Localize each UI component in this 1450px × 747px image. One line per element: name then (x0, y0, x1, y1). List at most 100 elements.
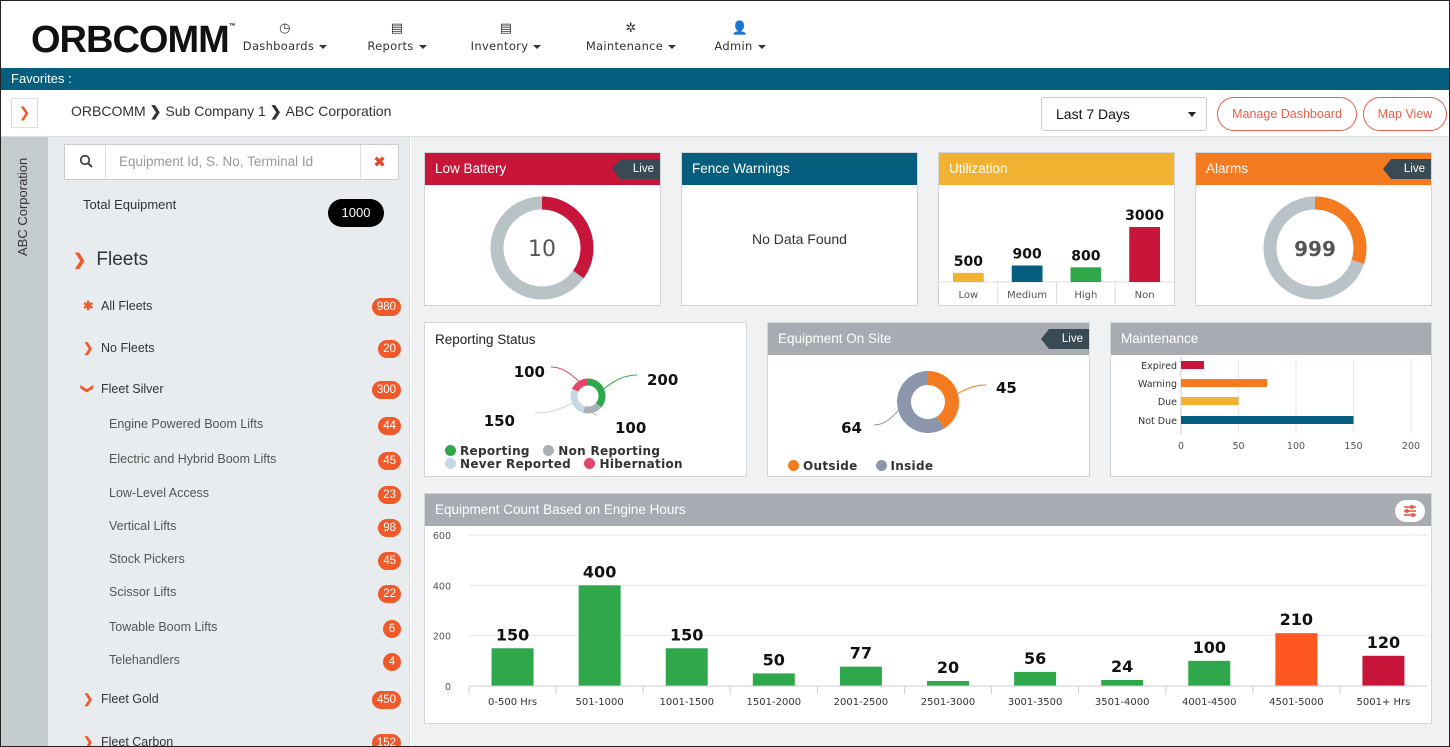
chevron-right-icon: ❯ (83, 735, 94, 747)
maintenance-bar (1181, 361, 1204, 369)
date-range-select[interactable]: Last 7 Days (1041, 97, 1207, 131)
fleet-item[interactable]: ❯ Fleet Carbon 152 (83, 734, 401, 747)
legend-item[interactable]: Outside (788, 459, 858, 473)
manage-dashboard-button[interactable]: Manage Dashboard (1217, 97, 1357, 131)
user-icon: 👤 (731, 21, 749, 36)
fleet-item[interactable]: Low-Level Access 23 (109, 486, 401, 506)
category-label: Due (1158, 397, 1177, 408)
fleet-count-badge: 98 (378, 519, 401, 537)
total-equipment-count: 1000 (328, 199, 384, 227)
map-view-button[interactable]: Map View (1363, 97, 1447, 131)
nav-reports[interactable]: ▤ Reports (361, 21, 433, 65)
engine-hours-card[interactable]: Equipment Count Based on Engine Hours 0 2… (424, 493, 1432, 724)
fleet-item[interactable]: ✱ All Fleets 980 (83, 298, 401, 318)
card-title: Equipment On Site (778, 331, 892, 346)
total-equipment-label: Total Equipment (83, 197, 177, 212)
tick-label: 600 (433, 531, 451, 542)
fleet-count-badge: 152 (371, 734, 401, 746)
maintenance-bar (1181, 397, 1239, 405)
fleet-item[interactable]: Vertical Lifts 98 (109, 519, 401, 539)
nav-dashboards[interactable]: ◷ Dashboards (235, 21, 335, 65)
tick-label: 100 (1287, 441, 1305, 452)
breadcrumb-item[interactable]: Sub Company 1 (165, 103, 265, 119)
leader-line (550, 366, 579, 382)
donut-value: 10 (528, 237, 556, 262)
legend-label: Non Reporting (558, 444, 661, 458)
legend-dot (445, 458, 456, 469)
alarms-card[interactable]: Alarms Live 999 (1195, 152, 1432, 306)
category-label: Non (1135, 290, 1155, 301)
fleets-heading[interactable]: ❯ Fleets (73, 249, 148, 271)
fleet-item[interactable]: Engine Powered Boom Lifts 44 (109, 417, 401, 437)
fleet-count-badge: 20 (378, 340, 401, 358)
tick-label: 150 (1344, 441, 1362, 452)
fence-warnings-card[interactable]: Fence Warnings No Data Found (681, 152, 918, 306)
card-title: Maintenance (1121, 331, 1199, 346)
search-divider (105, 145, 106, 179)
breadcrumb-item[interactable]: ORBCOMM (71, 103, 146, 119)
pie-slice (572, 378, 589, 392)
nav-admin[interactable]: 👤 Admin (709, 21, 771, 65)
utilization-bar (1129, 227, 1160, 282)
pie-slice (927, 371, 959, 429)
breadcrumb: ORBCOMM ❯ Sub Company 1 ❯ ABC Corporation (71, 103, 391, 120)
fleet-count-badge: 22 (378, 585, 401, 603)
chevron-down-icon: ❯ (73, 252, 87, 269)
fleets-heading-label: Fleets (96, 249, 149, 270)
bar-value-label: 3000 (1125, 208, 1164, 224)
fleet-count-badge: 980 (371, 298, 401, 316)
fleet-item[interactable]: Electric and Hybrid Boom Lifts 45 (109, 452, 401, 472)
fleet-count-badge: 23 (378, 486, 401, 504)
clear-icon[interactable]: ✖ (360, 145, 398, 179)
search-input[interactable]: Equipment Id, S. No, Terminal Id (119, 154, 313, 169)
sidebar-toggle-button[interactable]: ❯ (11, 98, 38, 128)
tick-label: 200 (433, 632, 451, 643)
bar-value-label: 50 (763, 650, 785, 669)
fleet-item[interactable]: ❯ Fleet Silver 300 (81, 381, 401, 401)
legend-dot (584, 458, 596, 469)
bar-value-label: 210 (1280, 610, 1313, 629)
category-label: High (1074, 290, 1097, 301)
bar-value-label: 800 (1071, 248, 1100, 264)
orbcomm-logo[interactable]: ORBCOMM™ (31, 19, 236, 62)
equipment-on-site-card[interactable]: Equipment On Site Live 45 64 Outside Insid… (767, 322, 1090, 477)
pie-slice (583, 402, 602, 414)
favorites-bar[interactable]: Favorites : (1, 68, 1449, 90)
nav-maintenance[interactable]: ✲ Maintenance (576, 21, 686, 65)
reporting-status-card[interactable]: Reporting Status 200 100 150 100 Reporting … (424, 322, 747, 477)
chevron-right-icon: ❯ (149, 103, 162, 119)
fleet-count-badge: 450 (371, 691, 401, 709)
fleet-item[interactable]: Towable Boom Lifts 6 (109, 620, 401, 640)
gear-icon: ✲ (625, 21, 637, 36)
category-label: Warning (1138, 379, 1177, 390)
legend-item[interactable]: Inside (875, 459, 934, 473)
legend-label: Never Reported (460, 457, 572, 471)
breadcrumb-item[interactable]: ABC Corporation (286, 103, 392, 119)
legend-dot (543, 445, 555, 456)
fleet-item-label: Vertical Lifts (109, 519, 177, 533)
fleet-item[interactable]: ❯ Fleet Gold 450 (83, 691, 401, 711)
category-label: 1001-1500 (659, 697, 714, 708)
bar-value-label: 100 (1193, 638, 1226, 657)
fleet-item[interactable]: Telehandlers 4 (109, 653, 401, 673)
engine-hours-bar (752, 673, 795, 686)
equipment-search[interactable]: Equipment Id, S. No, Terminal Id ✖ (64, 144, 399, 180)
tick-label: 400 (433, 581, 451, 592)
legend-item[interactable]: Never Reported Hibernation (445, 458, 683, 471)
maintenance-card[interactable]: Maintenance 0 50 100 150 200 Expired Warning Du… (1110, 322, 1432, 477)
nav-inventory[interactable]: ▤ Inventory (461, 21, 551, 65)
fleet-item[interactable]: Scissor Lifts 22 (109, 585, 401, 605)
fleet-item[interactable]: Stock Pickers 45 (109, 552, 401, 572)
inventory-icon: ▤ (499, 21, 513, 36)
category-label: 0-500 Hrs (488, 697, 537, 708)
live-badge: Live (612, 159, 660, 179)
low-battery-card[interactable]: Low Battery Live 10 (424, 152, 661, 306)
sliders-icon[interactable] (1395, 500, 1425, 522)
legend-label: Reporting (460, 444, 530, 458)
bar-value-label: 20 (937, 658, 959, 677)
asterisk-icon: ✱ (83, 299, 94, 313)
fleet-item[interactable]: ❯ No Fleets 20 (83, 340, 401, 360)
utilization-card[interactable]: Utilization 500 Low 900 Medium 800 High 3000 No… (938, 152, 1175, 306)
fleet-item-label: Telehandlers (109, 653, 180, 667)
bar-value-label: 900 (1013, 247, 1042, 263)
